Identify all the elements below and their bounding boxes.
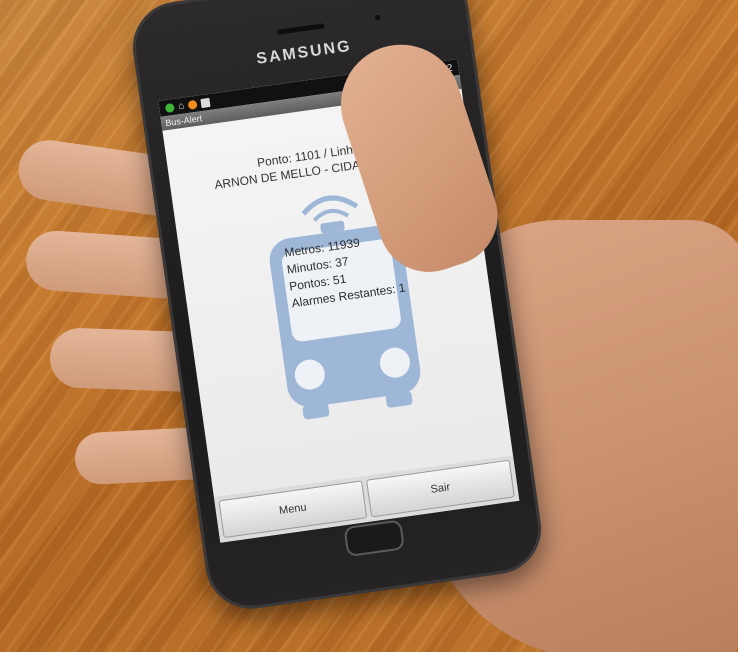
home-icon: ⌂ xyxy=(177,100,185,112)
signal-wave-inner xyxy=(312,209,350,222)
notification-icon xyxy=(164,102,175,113)
earpiece xyxy=(276,23,325,35)
app-notification-icon xyxy=(187,99,198,110)
message-icon xyxy=(200,97,211,108)
photo-scene: SAMSUNG ⌂ ▮ 16h22 Bus-Alert Ponto: 1101 … xyxy=(0,0,738,652)
front-camera xyxy=(373,13,383,23)
home-button[interactable] xyxy=(343,519,405,558)
